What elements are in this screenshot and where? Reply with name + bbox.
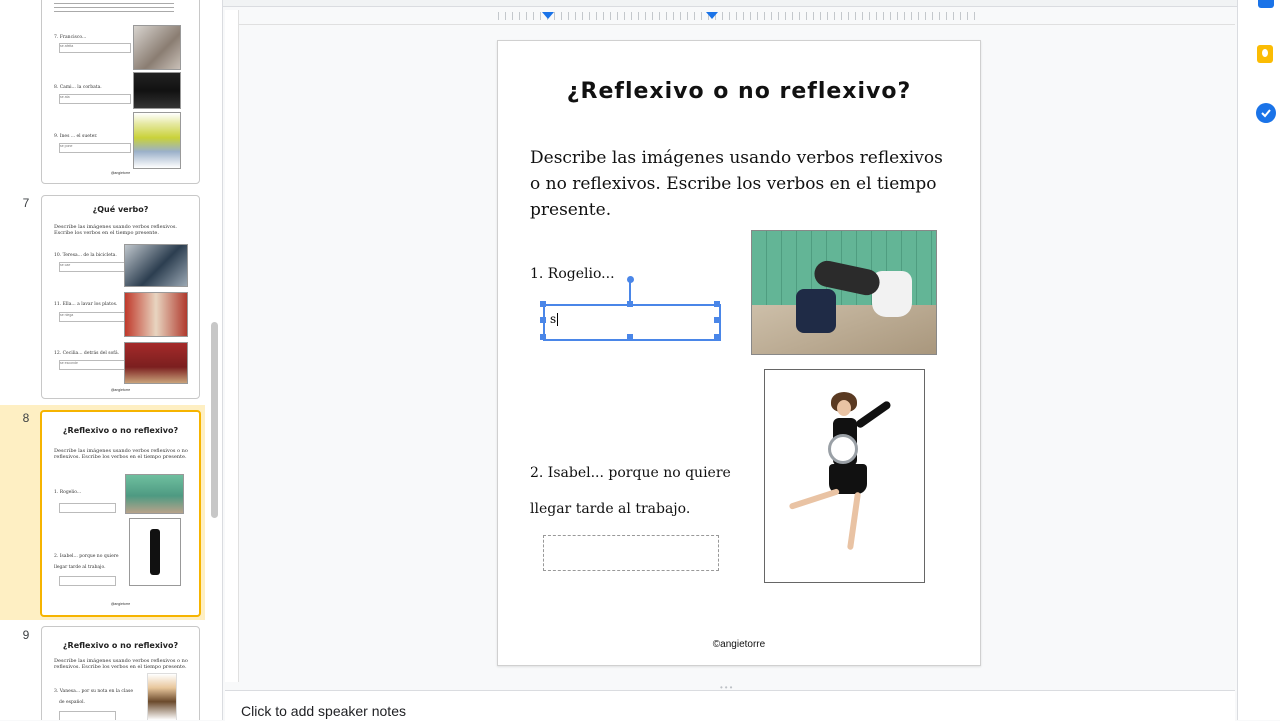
thumb-intro: Describe las imágenes usando verbos refl… <box>54 224 178 236</box>
thumb-answer-box: se niega <box>59 312 131 322</box>
slide-number: 9 <box>22 628 30 642</box>
rotate-handle[interactable] <box>627 276 634 283</box>
tasks-check-glyph <box>1261 109 1271 118</box>
thumb-item: 12. Cecilia... detrás del sofá. <box>54 351 120 356</box>
question-1-label[interactable]: 1. Rogelio... <box>530 266 615 282</box>
filmstrip-slot-9[interactable]: 9 ¿Reflexivo o no reflexivo? Describe la… <box>0 620 205 720</box>
resize-handle-nw[interactable] <box>540 301 546 307</box>
filmstrip-scrollbar[interactable] <box>211 322 218 518</box>
thumb-image-toilet <box>125 474 184 514</box>
slide-thumbnail-7[interactable]: ¿Qué verbo? Describe las imágenes usando… <box>41 195 200 399</box>
thumb-item: 2. Isabel... porque no quiere <box>54 554 119 559</box>
resize-handle-se[interactable] <box>714 334 720 340</box>
vertical-ruler[interactable] <box>225 10 239 682</box>
filmstrip-slot-8[interactable]: 8 ¿Reflexivo o no reflexivo? Describe la… <box>0 405 205 620</box>
thumb-item: 3. Vanesa... por su nota en la clase <box>54 689 134 694</box>
resize-handle-e[interactable] <box>714 317 720 323</box>
thumb-image-dishes <box>124 292 188 337</box>
thumb-image-sweater <box>133 112 181 169</box>
indent-marker-right[interactable] <box>706 12 718 19</box>
slide-copyright[interactable]: ©angietorre <box>498 639 980 650</box>
slide-filmstrip[interactable]: 7. Francisco... se afeita 8. Cami... la … <box>0 0 223 720</box>
image-toilet[interactable] <box>751 230 937 355</box>
answer-2-textbox[interactable] <box>543 535 719 571</box>
thumb-item: 1. Rogelio... <box>54 490 82 495</box>
thumb-answer-box: se pone <box>59 143 131 153</box>
resize-handle-w[interactable] <box>540 317 546 323</box>
slide-number: 7 <box>22 196 30 210</box>
slide-canvas[interactable]: ¿Reflexivo o no reflexivo? Describe las … <box>497 40 981 666</box>
resize-handle-s[interactable] <box>627 334 633 340</box>
woman-arm <box>854 399 893 430</box>
thumb-item: 9. Ines ... el sueter. <box>54 134 98 139</box>
thumb-answer-text: se cae <box>60 263 71 267</box>
resize-handle-ne[interactable] <box>714 301 720 307</box>
thumb-answer-box: se esconde <box>59 360 131 370</box>
thumb-answer-text: se afeita <box>60 44 74 48</box>
thumb-text-lines <box>54 3 174 13</box>
tasks-icon[interactable] <box>1256 103 1276 123</box>
thumb-footer: @angietorre <box>110 388 131 392</box>
man-legs <box>796 289 836 333</box>
thumb-item: 11. Ella... a lavar los platos. <box>54 302 118 307</box>
indent-marker-left[interactable] <box>542 12 554 19</box>
answer-1-text: s <box>550 312 559 326</box>
thumb-image-shaving <box>133 25 181 70</box>
thumb-image-tie <box>133 72 181 109</box>
thumb-image-running-woman <box>129 518 181 586</box>
thumb-item: llegar tarde al trabajo. <box>54 565 106 570</box>
thumb-answer-text: se esconde <box>60 361 78 365</box>
thumb-figure <box>150 529 160 575</box>
question-2-continuation[interactable]: llegar tarde al trabajo. <box>530 501 690 517</box>
ruler-ticks <box>498 12 980 20</box>
thumb-item: de español. <box>59 700 85 705</box>
woman-face <box>837 400 851 416</box>
image-running-woman[interactable] <box>764 369 925 583</box>
woman-front-leg <box>846 491 862 551</box>
calendar-icon[interactable] <box>1258 0 1274 8</box>
resize-handle-n[interactable] <box>627 301 633 307</box>
thumb-answer-box: se cae <box>59 262 131 272</box>
thumb-footer: @angietorre <box>110 171 131 175</box>
woman-back-leg <box>788 488 840 510</box>
question-2-label[interactable]: 2. Isabel... porque no quiere <box>530 465 731 481</box>
thumb-answer-box <box>59 711 116 720</box>
thumb-image-worried-woman <box>147 673 177 720</box>
thumb-answer-box: se ata <box>59 94 131 104</box>
slide-instructions[interactable]: Describe las imágenes usando verbos refl… <box>530 145 950 223</box>
thumb-answer-text: se niega <box>60 313 74 317</box>
filmstrip-slot-6[interactable]: 7. Francisco... se afeita 8. Cami... la … <box>0 0 205 190</box>
speaker-notes-placeholder[interactable]: Click to add speaker notes <box>241 703 406 719</box>
thumb-intro: Describe las imágenes usando verbos refl… <box>54 658 188 670</box>
slide-thumbnail-6[interactable]: 7. Francisco... se afeita 8. Cami... la … <box>41 0 200 184</box>
thumb-image-sofa <box>124 342 188 384</box>
bulb-shape <box>1262 49 1268 57</box>
wall-clock <box>828 434 858 464</box>
thumb-answer-box <box>59 503 116 513</box>
slide-thumbnail-8[interactable]: ¿Reflexivo o no reflexivo? Describe las … <box>40 410 201 617</box>
thumb-footer: @angietorre <box>110 602 131 606</box>
thumb-answer-text: se pone <box>60 144 73 148</box>
thumb-title: ¿Qué verbo? <box>92 205 149 214</box>
slide-thumbnail-9[interactable]: ¿Reflexivo o no reflexivo? Describe las … <box>41 626 200 720</box>
thumb-image-bicycle <box>124 244 188 287</box>
filmstrip-slot-7[interactable]: 7 ¿Qué verbo? Describe las imágenes usan… <box>0 190 205 405</box>
thumb-item: 8. Cami... la corbata. <box>54 85 102 90</box>
resize-handle-sw[interactable] <box>540 334 546 340</box>
thumb-answer-box: se afeita <box>59 43 131 53</box>
slide-number: 8 <box>22 411 30 425</box>
speaker-notes-panel[interactable]: Click to add speaker notes <box>225 690 1235 721</box>
thumb-answer-text: se ata <box>60 95 70 99</box>
thumb-intro: Describe las imágenes usando verbos refl… <box>54 448 188 460</box>
thumb-title: ¿Reflexivo o no reflexivo? <box>62 426 179 435</box>
thumb-item: 7. Francisco... <box>54 35 87 40</box>
thumb-title: ¿Reflexivo o no reflexivo? <box>62 641 179 650</box>
thumb-answer-box <box>59 576 116 586</box>
slide-title[interactable]: ¿Reflexivo o no reflexivo? <box>498 79 980 104</box>
thumb-item: 10. Teresa... de la bicicleta. <box>54 253 117 258</box>
keep-icon[interactable] <box>1257 45 1273 63</box>
